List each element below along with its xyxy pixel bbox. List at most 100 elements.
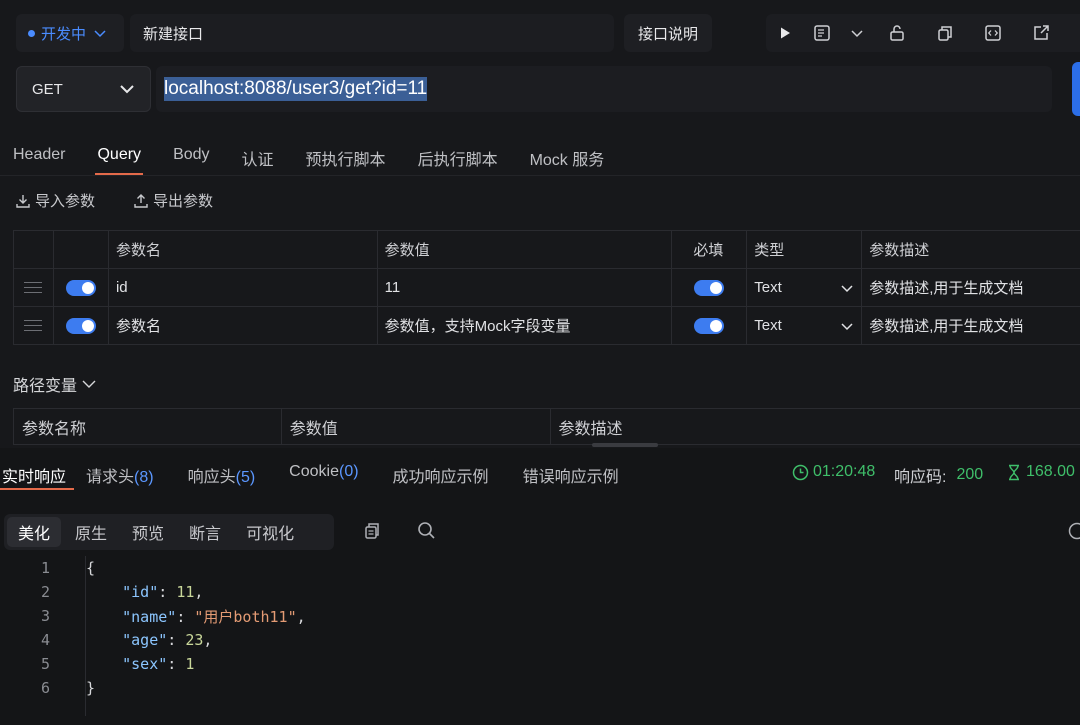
param-description-cell[interactable]: 参数描述,用于生成文档 — [861, 268, 1080, 307]
response-duration: 168.00 — [1006, 463, 1075, 481]
json-value: "用户both11" — [194, 607, 297, 626]
type-label: Text — [754, 317, 782, 334]
code-gutter-line — [85, 556, 86, 716]
code-icon[interactable] — [974, 14, 1012, 52]
tab-label: 实时响应 — [2, 469, 67, 486]
required-toggle[interactable] — [671, 268, 748, 307]
param-name-cell[interactable]: id — [107, 268, 378, 307]
unlock-icon[interactable] — [878, 14, 916, 52]
param-name-cell[interactable]: 参数名 — [107, 306, 378, 345]
status-label: 响应码: — [894, 469, 947, 486]
tab-success-example[interactable]: 成功响应示例 — [393, 456, 489, 490]
json-comma: , — [194, 583, 204, 601]
status-code: 响应码: 200 — [894, 463, 983, 487]
path-vars-toggle[interactable]: 路径变量 — [13, 372, 97, 396]
tab-error-example[interactable]: 错误响应示例 — [523, 456, 619, 490]
type-label: Text — [754, 279, 782, 296]
method-select[interactable]: GET — [16, 66, 151, 112]
save-icon[interactable] — [804, 14, 842, 52]
param-value-cell[interactable]: 11 — [376, 268, 673, 307]
code-line: 2 "id": 11, — [0, 580, 1080, 604]
table-row: 参数名 参数值，支持Mock字段变量 Text 参数描述,用于生成文档 — [13, 306, 1080, 345]
path-vars-table: 参数名称 参数值 参数描述 — [13, 408, 1080, 445]
tab-mock[interactable]: Mock 服务 — [530, 140, 605, 174]
type-select[interactable]: Text — [746, 306, 863, 345]
json-key: "id" — [122, 583, 159, 601]
view-visualize[interactable]: 可视化 — [235, 517, 305, 547]
enable-toggle[interactable] — [52, 306, 109, 345]
json-key: "sex" — [122, 655, 168, 673]
upload-icon — [134, 193, 148, 208]
tab-label: 错误响应示例 — [522, 469, 619, 486]
tab-realtime-response[interactable]: 实时响应 — [0, 456, 75, 490]
view-beautify[interactable]: 美化 — [7, 517, 62, 547]
required-toggle[interactable] — [671, 306, 748, 345]
tab-query[interactable]: Query — [95, 140, 143, 175]
download-icon — [16, 194, 30, 208]
url-input[interactable]: localhost:8088/user3/get?id=11 — [156, 66, 1052, 112]
search-icon[interactable] — [417, 521, 436, 540]
table-header-row: 参数名 参数值 必填 类型 参数描述 — [13, 230, 1080, 269]
play-icon[interactable] — [766, 14, 804, 52]
send-button[interactable] — [1072, 62, 1080, 116]
resize-handle[interactable] — [592, 443, 658, 447]
enable-toggle[interactable] — [52, 268, 109, 307]
code-line: 6} — [0, 676, 1080, 700]
header-drag — [13, 230, 54, 269]
info-icon[interactable] — [1068, 522, 1080, 540]
tab-request-headers[interactable]: 请求头(8) — [86, 456, 154, 490]
line-number: 1 — [40, 559, 50, 577]
view-preview[interactable]: 预览 — [121, 517, 175, 547]
environment-label: 开发中 — [41, 25, 87, 43]
tabs-divider — [0, 175, 1080, 176]
code-line: 3 "name": "用户both11", — [0, 604, 1080, 628]
drag-handle-icon[interactable] — [13, 268, 54, 307]
copy-icon[interactable] — [926, 14, 964, 52]
api-doc-button[interactable]: 接口说明 — [624, 14, 712, 52]
header-type: 类型 — [746, 230, 863, 269]
environment-dot-icon — [28, 29, 35, 37]
chevron-down-icon — [841, 322, 853, 330]
code-text: } — [86, 679, 96, 697]
tab-label: 响应头 — [187, 469, 236, 486]
export-params-button[interactable]: 导出参数 — [133, 190, 213, 211]
share-icon[interactable] — [1022, 14, 1060, 52]
tab-post-script[interactable]: 后执行脚本 — [418, 140, 498, 174]
code-line: 4 "age": 23, — [0, 628, 1080, 652]
tab-auth[interactable]: 认证 — [242, 140, 274, 174]
code-text: { — [86, 559, 96, 577]
param-description-cell[interactable]: 参数描述,用于生成文档 — [861, 306, 1080, 345]
type-select[interactable]: Text — [746, 268, 863, 307]
view-assert[interactable]: 断言 — [178, 517, 232, 547]
header-required: 必填 — [671, 230, 748, 269]
request-tabs: Header Query Body 认证 预执行脚本 后执行脚本 Mock 服务 — [0, 140, 1080, 176]
response-time: 01:20:48 — [792, 463, 875, 481]
response-body-viewer: 1 { 2 "id": 11, 3 "name": "用户both11", 4 "… — [0, 556, 1080, 716]
tab-header[interactable]: Header — [13, 140, 65, 174]
hourglass-icon — [1009, 464, 1019, 480]
tab-body[interactable]: Body — [173, 140, 209, 174]
import-params-button[interactable]: 导入参数 — [15, 190, 95, 211]
view-raw[interactable]: 原生 — [64, 517, 118, 547]
import-label: 导入参数 — [35, 193, 96, 210]
line-number: 3 — [40, 607, 50, 625]
copy-icon[interactable] — [363, 522, 381, 540]
toolbar — [766, 14, 1080, 52]
header-enable — [52, 230, 109, 269]
tab-count: 8 — [139, 469, 149, 486]
json-comma: , — [203, 631, 213, 649]
header-path-description: 参数描述 — [549, 408, 1080, 445]
json-value: 11 — [176, 583, 195, 601]
chevron-down-icon[interactable] — [842, 14, 872, 52]
tab-response-headers[interactable]: 响应头(5) — [188, 456, 256, 490]
header-param-name: 参数名 — [107, 230, 378, 269]
environment-selector[interactable]: 开发中 — [16, 14, 124, 52]
drag-handle-icon[interactable] — [13, 306, 54, 345]
tab-cookie[interactable]: Cookie(0) — [289, 456, 358, 490]
method-label: GET — [32, 80, 63, 98]
param-value-cell[interactable]: 参数值，支持Mock字段变量 — [376, 306, 673, 345]
chevron-down-icon — [82, 380, 96, 388]
tab-pre-script[interactable]: 预执行脚本 — [306, 140, 386, 174]
request-name-input[interactable]: 新建接口 — [130, 14, 614, 52]
line-number: 6 — [40, 679, 50, 697]
